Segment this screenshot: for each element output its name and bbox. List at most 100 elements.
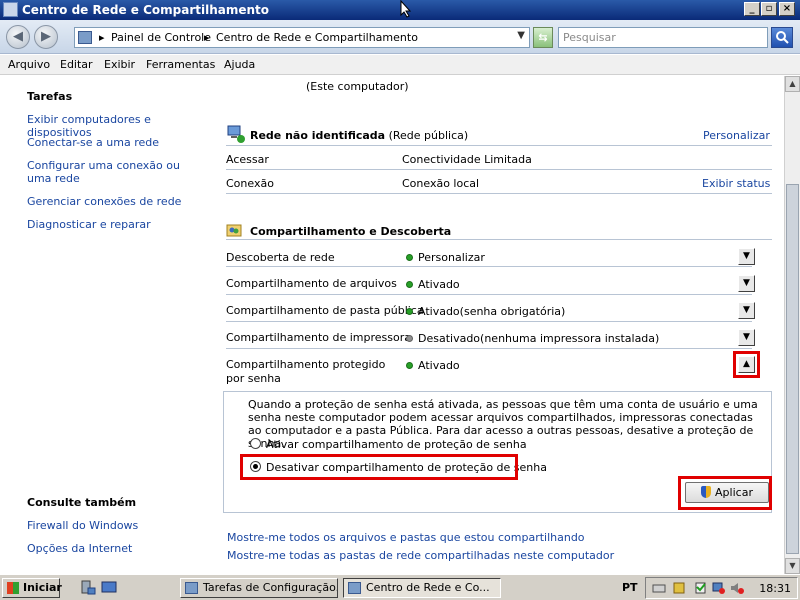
refresh-button[interactable]: ⇆ bbox=[533, 27, 553, 48]
scroll-down-arrow[interactable]: ▼ bbox=[785, 558, 800, 574]
divider bbox=[226, 348, 752, 349]
forward-button[interactable]: ▶ bbox=[34, 25, 58, 49]
link-show-network-shares[interactable]: Mostre-me todas as pastas de rede compar… bbox=[227, 549, 614, 562]
see-also-heading: Consulte também bbox=[27, 496, 137, 509]
taskbar: Iniciar Tarefas de Configuração... Centr… bbox=[0, 574, 800, 600]
keyboard-icon[interactable] bbox=[652, 581, 666, 595]
show-desktop-icon[interactable] bbox=[101, 580, 117, 595]
network-discovery-status: Personalizar bbox=[406, 251, 485, 264]
view-status-link[interactable]: Exibir status bbox=[702, 177, 770, 190]
task-manage-connections[interactable]: Gerenciar conexões de rede bbox=[27, 195, 207, 208]
computer-caption: (Este computador) bbox=[306, 80, 409, 93]
task-diagnose-repair[interactable]: Diagnosticar e reparar bbox=[27, 218, 207, 231]
control-panel-icon bbox=[78, 31, 92, 44]
public-folder-label: Compartilhamento de pasta pública bbox=[226, 304, 424, 317]
sharing-heading: Compartilhamento e Descoberta bbox=[250, 225, 452, 238]
printer-sharing-status: Desativado(nenhuma impressora instalada) bbox=[406, 332, 659, 345]
divider bbox=[226, 169, 772, 170]
address-field[interactable]: ▸ Painel de Controle ▸ Centro de Rede e … bbox=[74, 27, 530, 48]
menu-arquivo[interactable]: Arquivo bbox=[8, 58, 50, 71]
link-internet-options[interactable]: Opções da Internet bbox=[27, 542, 207, 555]
search-button[interactable] bbox=[771, 27, 793, 48]
password-sharing-status: Ativado bbox=[406, 359, 460, 372]
menu-ferramentas[interactable]: Ferramentas bbox=[146, 58, 215, 71]
task-setup-connection[interactable]: Configurar uma conexão ou uma rede bbox=[27, 159, 197, 185]
customize-network-link[interactable]: Personalizar bbox=[703, 129, 770, 142]
scroll-thumb[interactable] bbox=[786, 184, 799, 554]
breadcrumb-separator: ▸ bbox=[204, 31, 210, 44]
content-area: Tarefas Exibir computadores e dispositiv… bbox=[0, 76, 784, 574]
task-connect-network[interactable]: Conectar-se a uma rede bbox=[27, 136, 207, 149]
divider bbox=[226, 145, 772, 146]
clock[interactable]: 18:31 bbox=[759, 582, 791, 595]
password-sharing-label: Compartilhamento protegido por senha bbox=[226, 358, 386, 385]
connection-value: Conexão local bbox=[402, 177, 480, 190]
windows-logo-icon bbox=[7, 582, 19, 594]
access-label: Acessar bbox=[226, 153, 269, 166]
maximize-button[interactable]: ▫ bbox=[761, 2, 777, 16]
title-bar[interactable]: Centro de Rede e Compartilhamento _ ▫ × bbox=[0, 0, 800, 20]
network-icon bbox=[227, 125, 245, 143]
network-type: (Rede pública) bbox=[388, 129, 469, 142]
server-manager-icon[interactable] bbox=[80, 580, 96, 595]
option-enable-password-sharing[interactable]: Ativar compartilhamento de proteção de s… bbox=[250, 438, 527, 451]
radio-enable[interactable] bbox=[250, 438, 261, 449]
menu-editar[interactable]: Editar bbox=[60, 58, 93, 71]
mouse-cursor-icon bbox=[400, 0, 412, 18]
status-on-icon bbox=[406, 281, 413, 288]
taskbar-item-network-center[interactable]: Centro de Rede e Co... bbox=[343, 578, 501, 598]
expand-network-discovery-button[interactable]: ▼ bbox=[738, 248, 755, 265]
volume-muted-icon[interactable] bbox=[730, 581, 744, 595]
task-pane: Tarefas Exibir computadores e dispositiv… bbox=[0, 76, 210, 574]
printer-sharing-label: Compartilhamento de impressora bbox=[226, 331, 412, 344]
public-folder-status: Ativado(senha obrigatória) bbox=[406, 305, 565, 318]
menu-bar: Arquivo Editar Exibir Ferramentas Ajuda bbox=[0, 55, 800, 75]
security-flag-icon[interactable] bbox=[694, 581, 708, 595]
search-icon bbox=[776, 31, 789, 44]
network-name: Rede não identificada bbox=[250, 129, 386, 142]
system-tray: 18:31 bbox=[645, 577, 798, 599]
breadcrumb-control-panel[interactable]: Painel de Controle bbox=[111, 31, 211, 44]
minimize-button[interactable]: _ bbox=[744, 2, 760, 16]
menu-exibir[interactable]: Exibir bbox=[104, 58, 135, 71]
breadcrumb-separator: ▸ bbox=[99, 31, 105, 44]
expand-printer-sharing-button[interactable]: ▼ bbox=[738, 329, 755, 346]
tasks-heading: Tarefas bbox=[27, 90, 73, 103]
close-button[interactable]: × bbox=[779, 2, 795, 16]
search-input[interactable]: Pesquisar bbox=[558, 27, 768, 48]
link-windows-firewall[interactable]: Firewall do Windows bbox=[27, 519, 207, 532]
back-button[interactable]: ◀ bbox=[6, 25, 30, 49]
highlight-apply-button bbox=[678, 476, 772, 510]
breadcrumb-network-center[interactable]: Centro de Rede e Compartilhamento bbox=[216, 31, 418, 44]
status-on-icon bbox=[406, 308, 413, 315]
address-dropdown-icon[interactable]: ▼ bbox=[517, 30, 525, 41]
shield-tray-icon[interactable] bbox=[672, 581, 686, 595]
status-on-icon bbox=[406, 254, 413, 261]
scroll-up-arrow[interactable]: ▲ bbox=[785, 76, 800, 92]
status-off-icon bbox=[406, 335, 413, 342]
network-center-icon bbox=[3, 2, 18, 17]
highlight-collapse-button bbox=[733, 351, 760, 378]
divider bbox=[226, 193, 772, 194]
task-window-icon bbox=[185, 582, 198, 594]
expand-public-folder-button[interactable]: ▼ bbox=[738, 302, 755, 319]
window-title: Centro de Rede e Compartilhamento bbox=[22, 3, 270, 17]
network-tray-icon[interactable] bbox=[712, 581, 726, 595]
menu-ajuda[interactable]: Ajuda bbox=[224, 58, 255, 71]
file-sharing-status: Ativado bbox=[406, 278, 460, 291]
connection-label: Conexão bbox=[226, 177, 274, 190]
sharing-icon bbox=[226, 224, 242, 237]
divider bbox=[226, 239, 772, 240]
language-indicator[interactable]: PT bbox=[622, 581, 638, 594]
expand-file-sharing-button[interactable]: ▼ bbox=[738, 275, 755, 292]
vertical-scrollbar[interactable]: ▲ ▼ bbox=[784, 76, 800, 574]
status-on-icon bbox=[406, 362, 413, 369]
address-bar: ◀ ▶ ▸ Painel de Controle ▸ Centro de Red… bbox=[0, 20, 800, 54]
start-button[interactable]: Iniciar bbox=[2, 578, 62, 598]
link-show-my-shares[interactable]: Mostre-me todos os arquivos e pastas que… bbox=[227, 531, 585, 544]
taskbar-item-initial-config[interactable]: Tarefas de Configuração... bbox=[180, 578, 338, 598]
divider bbox=[226, 321, 752, 322]
file-sharing-label: Compartilhamento de arquivos bbox=[226, 277, 397, 290]
task-window-icon bbox=[348, 582, 361, 594]
network-name-line: Rede não identificada (Rede pública) bbox=[250, 129, 468, 142]
